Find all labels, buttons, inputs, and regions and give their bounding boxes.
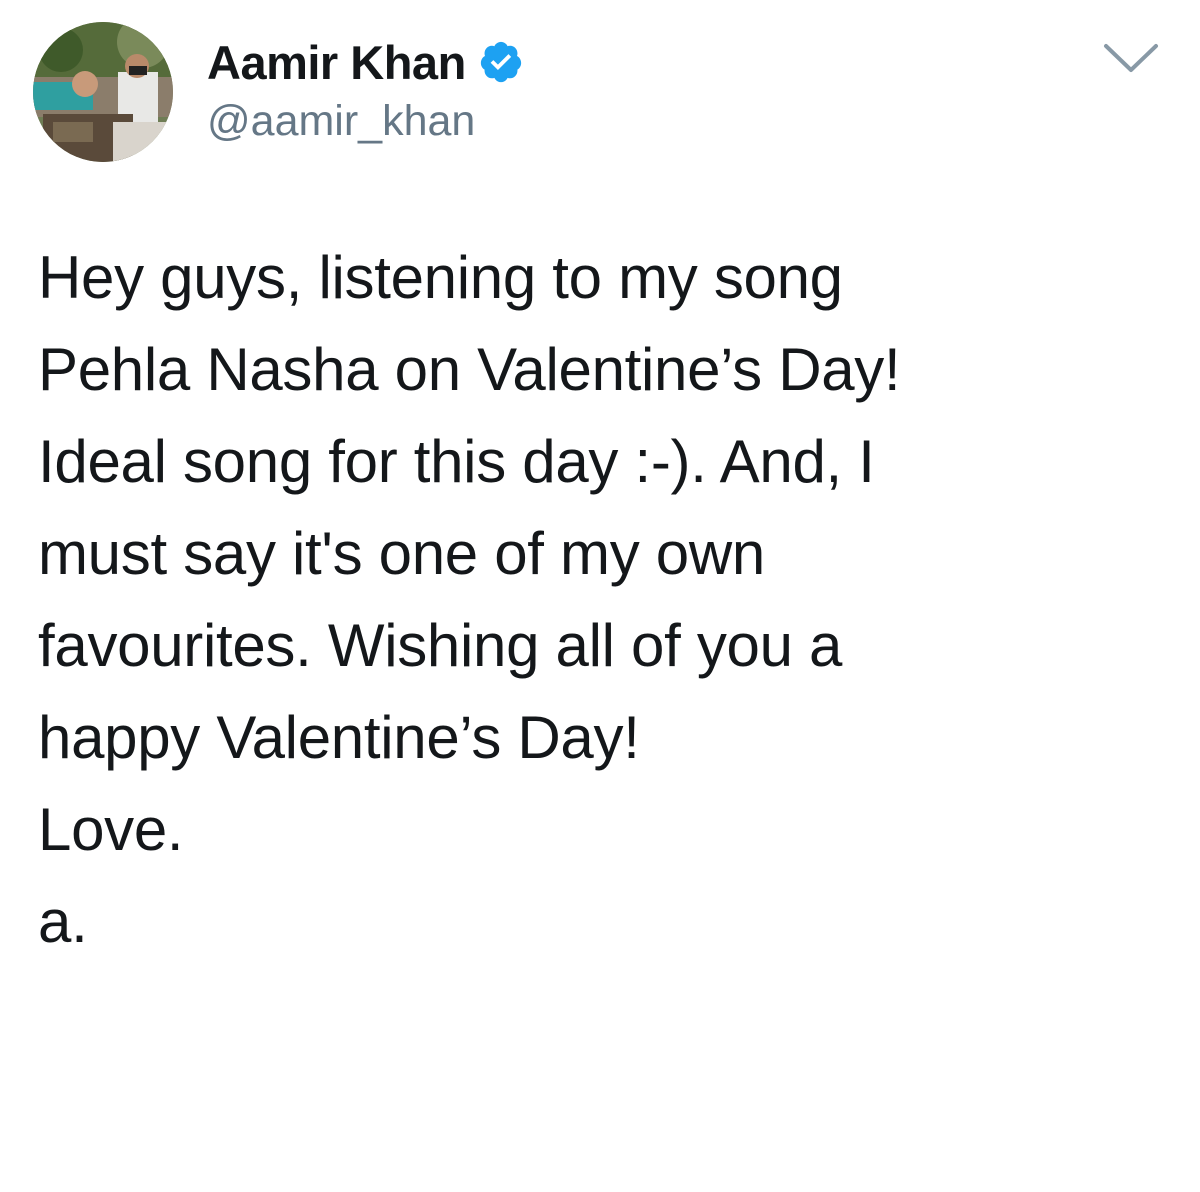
chevron-down-icon[interactable] — [1100, 36, 1162, 78]
name-row: Aamir Khan — [207, 30, 524, 94]
avatar-photo — [33, 22, 173, 162]
user-handle[interactable]: @aamir_khan — [207, 100, 524, 143]
tweet-line: must say it's one of my own — [38, 520, 765, 587]
avatar[interactable] — [33, 22, 173, 162]
tweet-line: Love. — [38, 796, 184, 863]
tweet-card: Aamir Khan @aamir_khan Hey guys, listeni… — [0, 0, 1200, 1192]
tweet-text: Hey guys, listening to my song Pehla Nas… — [38, 232, 1168, 968]
tweet-line: Pehla Nasha on Valentine’s Day! — [38, 336, 901, 403]
user-info: Aamir Khan @aamir_khan — [207, 30, 524, 143]
tweet-line: a. — [38, 888, 88, 955]
display-name[interactable]: Aamir Khan — [207, 39, 466, 86]
verified-badge-icon — [480, 41, 521, 83]
tweet-line: Hey guys, listening to my song — [38, 244, 843, 311]
tweet-line: favourites. Wishing all of you a — [38, 612, 843, 679]
tweet-line: happy Valentine’s Day! — [38, 704, 640, 771]
tweet-line: Ideal song for this day :-). And, I — [38, 428, 875, 495]
